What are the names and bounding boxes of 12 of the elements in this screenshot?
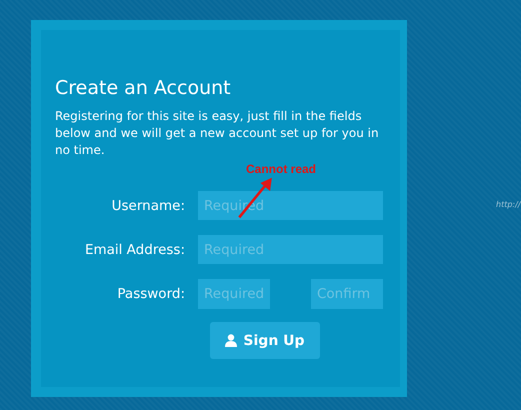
input-field[interactable]: Required [198, 235, 383, 264]
input-field[interactable]: Confirm [311, 279, 383, 309]
annotation-label: Cannot read [246, 162, 316, 176]
user-icon [225, 334, 238, 347]
intro-text: Registering for this site is easy, just fill in the fields below and we will get a new account set up for you in no time. [55, 108, 380, 159]
form-title: Create an Account [55, 76, 232, 100]
field-label: Password: [116, 286, 185, 302]
sign-up-button[interactable]: Sign Up [210, 322, 320, 359]
url-text: http:// [496, 200, 521, 209]
field-label: Username: [110, 198, 185, 214]
input-field[interactable]: Required [198, 279, 270, 309]
field-label: Email Address: [84, 242, 185, 258]
